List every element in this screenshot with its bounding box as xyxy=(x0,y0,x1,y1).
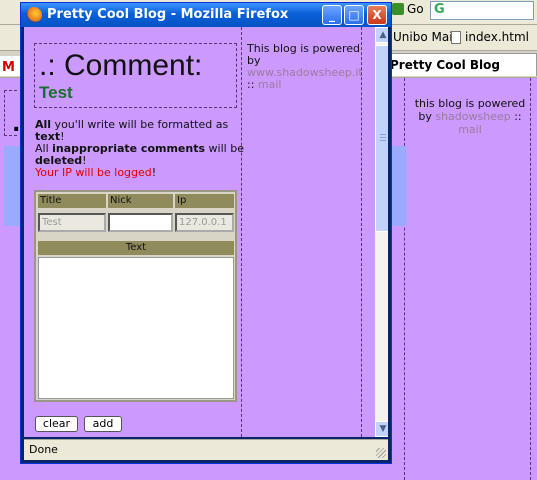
go-button[interactable]: Go xyxy=(392,2,424,16)
title-bar[interactable]: Pretty Cool Blog - Mozilla Firefox _ □ X xyxy=(21,3,391,27)
note-text: will be xyxy=(205,142,244,155)
powered-by-text: This blog is powered by www.shadowsheep.… xyxy=(247,43,367,91)
background-post-block xyxy=(4,146,20,226)
separator: :: xyxy=(247,78,255,91)
page-subtitle: Test xyxy=(39,83,73,102)
gmail-tab[interactable]: M xyxy=(0,56,20,76)
page-header: .: Comment: Test xyxy=(34,43,237,108)
google-icon: G xyxy=(434,2,445,17)
page-icon xyxy=(451,30,461,44)
mail-link[interactable]: mail xyxy=(458,123,482,136)
go-label: Go xyxy=(407,2,424,16)
page-content: .: Comment: Test This blog is powered by… xyxy=(24,27,388,437)
title-header: Title xyxy=(38,194,106,208)
column-divider xyxy=(530,78,531,480)
ip-field[interactable]: 127.0.0.1 xyxy=(175,213,234,232)
note-text: you'll write will be formatted as xyxy=(51,118,229,131)
bookmark-unibo-mail[interactable]: Unibo Mail xyxy=(393,30,456,44)
shadowsheep-link[interactable]: shadowsheep xyxy=(435,110,510,123)
bookmark-index[interactable]: index.html xyxy=(451,30,529,44)
comment-textarea[interactable] xyxy=(38,257,234,399)
status-text: Done xyxy=(29,443,58,456)
powered-text: This blog is powered by xyxy=(247,42,361,67)
firefox-icon xyxy=(26,7,42,23)
bookmark-label: index.html xyxy=(465,30,529,44)
close-button[interactable]: X xyxy=(367,5,387,25)
window-title: Pretty Cool Blog - Mozilla Firefox xyxy=(47,7,289,22)
nick-header: Nick xyxy=(108,194,173,208)
nick-field[interactable] xyxy=(108,213,173,232)
go-arrow-icon xyxy=(392,3,404,15)
ip-header: Ip xyxy=(175,194,234,208)
column-divider xyxy=(404,78,405,480)
add-button[interactable]: add xyxy=(84,416,122,432)
gmail-icon: M xyxy=(2,60,15,75)
comment-notes: All you'll write will be formatted as te… xyxy=(35,119,245,179)
search-input[interactable]: G xyxy=(430,1,534,20)
background-powered-text: this blog is powered by shadowsheep :: m… xyxy=(410,97,530,136)
note-text: ! xyxy=(151,166,157,179)
scroll-thumb[interactable] xyxy=(375,45,388,232)
column-divider xyxy=(241,27,242,437)
title-field[interactable]: Test xyxy=(38,213,106,232)
page-title: .: Comment: xyxy=(39,49,203,82)
comment-form: Title Nick Ip Test 127.0.0.1 Text xyxy=(34,190,237,402)
tab-label: Pretty Cool Blog xyxy=(390,58,501,72)
popup-window: Pretty Cool Blog - Mozilla Firefox _ □ X… xyxy=(20,2,392,464)
status-bar: Done xyxy=(24,439,388,460)
mail-link[interactable]: mail xyxy=(258,78,282,91)
background-post-block xyxy=(392,146,406,226)
ip-warning: Your IP will be logged xyxy=(35,166,152,179)
clear-button[interactable]: clear xyxy=(35,416,78,432)
tab-pretty-cool-blog[interactable]: Pretty Cool Blog xyxy=(383,53,537,76)
maximize-button[interactable]: □ xyxy=(344,5,364,25)
bookmark-label: Unibo Mail xyxy=(393,30,456,44)
vertical-scrollbar[interactable]: ▲ ▼ xyxy=(375,27,388,437)
minimize-button[interactable]: _ xyxy=(322,5,342,25)
scroll-up-icon[interactable]: ▲ xyxy=(375,27,388,43)
text-header: Text xyxy=(38,241,234,255)
scroll-down-icon[interactable]: ▼ xyxy=(375,421,388,437)
resize-grip-icon[interactable] xyxy=(376,448,386,458)
separator: :: xyxy=(514,110,522,123)
